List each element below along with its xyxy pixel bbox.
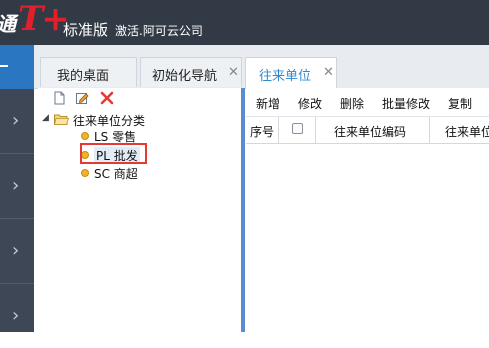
tab-label: 我的桌面 — [57, 69, 110, 84]
tab-contacts[interactable]: 往来单位 ✕ — [245, 57, 337, 88]
contacts-list-panel: 新增 修改 删除 批量修改 复制 序号 往来单位编码 往来单位 — [246, 88, 489, 332]
tree-root-label[interactable]: 往来单位分类 — [73, 112, 145, 129]
nav-collapse-button[interactable] — [0, 45, 34, 89]
panel-splitter[interactable] — [241, 88, 245, 332]
logo-prefix-text: 通 — [0, 8, 16, 37]
product-logo: T+ — [18, 0, 70, 39]
chevron-right-icon: › — [12, 110, 20, 131]
col-header-label: 序号 — [250, 125, 275, 139]
chevron-right-icon: › — [12, 240, 20, 261]
tree-leaf-icon — [81, 169, 89, 177]
top-header-bar: 通 T+ 标准版 激活.阿可云公司 — [0, 0, 489, 45]
close-icon[interactable]: ✕ — [323, 65, 334, 80]
folder-open-icon — [54, 114, 69, 125]
tree-expand-icon[interactable]: ◢ — [42, 113, 49, 123]
delete-icon[interactable] — [100, 91, 114, 105]
nav-item-4[interactable]: › — [0, 284, 34, 348]
nav-item-1[interactable]: › — [0, 89, 34, 154]
batch-modify-button[interactable]: 批量修改 — [382, 95, 430, 112]
col-unit-code[interactable]: 往来单位编码 — [316, 117, 430, 143]
chevron-right-icon: › — [12, 175, 20, 196]
close-icon[interactable]: ✕ — [228, 65, 239, 80]
tab-init-guide[interactable]: 初始化导航 ✕ — [140, 57, 242, 87]
collapse-dash-icon — [0, 65, 8, 67]
action-toolbar: 新增 修改 删除 批量修改 复制 — [246, 88, 489, 117]
nav-item-2[interactable]: › — [0, 154, 34, 219]
col-unit-name[interactable]: 往来单位 — [430, 117, 489, 143]
left-navigation: › › › › — [0, 45, 34, 332]
category-tree-panel: ◢ 往来单位分类 LS 零售 PL 批发 SC 商超 — [38, 88, 242, 332]
modify-button[interactable]: 修改 — [298, 95, 322, 112]
tab-label: 往来单位 — [259, 69, 312, 84]
highlight-box — [80, 143, 147, 164]
copy-button[interactable]: 复制 — [448, 95, 472, 112]
chevron-right-icon: › — [12, 305, 20, 326]
col-header-label: 往来单位编码 — [334, 125, 407, 139]
edit-icon[interactable] — [75, 91, 89, 105]
tab-label: 初始化导航 — [152, 69, 218, 84]
col-header-label: 往来单位 — [445, 125, 489, 139]
tree-node-sc[interactable]: SC 商超 — [94, 165, 138, 182]
add-button[interactable]: 新增 — [256, 95, 280, 112]
select-all-checkbox[interactable] — [292, 123, 303, 134]
company-name: 激活.阿可云公司 — [115, 24, 203, 38]
tree-leaf-icon — [81, 132, 89, 140]
new-document-icon[interactable] — [52, 91, 66, 105]
nav-item-3[interactable]: › — [0, 219, 34, 284]
tab-my-desktop[interactable]: 我的桌面 — [40, 57, 137, 87]
grid-header: 序号 往来单位编码 往来单位 — [246, 117, 489, 144]
tab-strip: 我的桌面 初始化导航 ✕ 往来单位 ✕ — [34, 45, 489, 89]
delete-button[interactable]: 删除 — [340, 95, 364, 112]
edition-label: 标准版 — [63, 21, 109, 39]
tree-toolbar — [38, 88, 241, 108]
col-index: 序号 — [246, 117, 279, 143]
col-select — [279, 117, 316, 143]
